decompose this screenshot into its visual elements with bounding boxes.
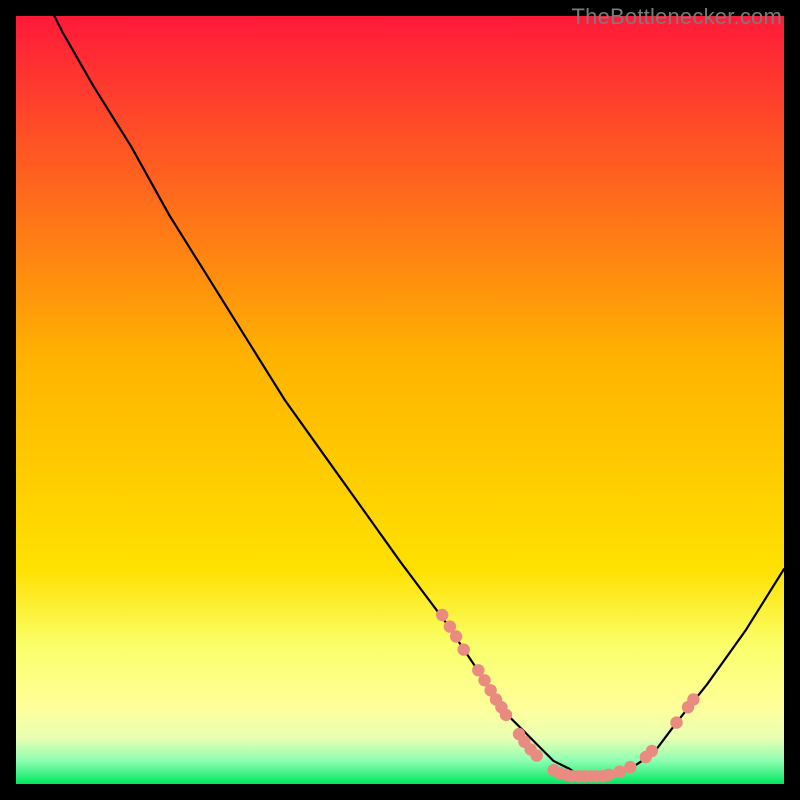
data-point: [436, 609, 448, 621]
data-point: [624, 761, 636, 773]
data-point: [500, 709, 512, 721]
data-point: [603, 769, 615, 781]
chart-frame: [16, 16, 784, 784]
data-point: [646, 745, 658, 757]
data-point: [687, 693, 699, 705]
chart-svg: [16, 16, 784, 784]
data-point: [670, 716, 682, 728]
gradient-background: [16, 16, 784, 784]
data-point: [613, 766, 625, 778]
data-point: [531, 749, 543, 761]
data-point: [458, 643, 470, 655]
data-point: [450, 630, 462, 642]
attribution-label: TheBottlenecker.com: [572, 4, 782, 30]
